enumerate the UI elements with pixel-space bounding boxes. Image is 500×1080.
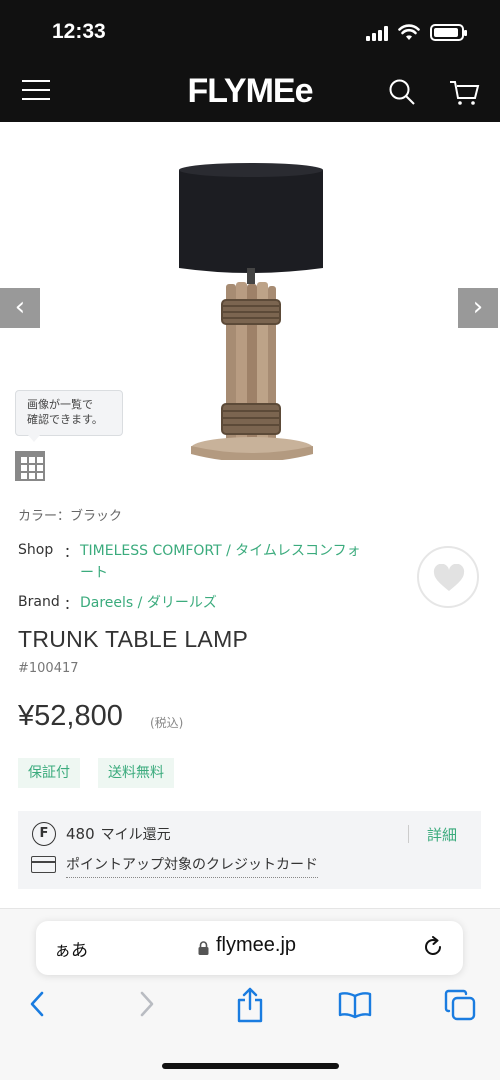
shop-link[interactable]: TIMELESS COMFORT / タイムレスコンフォート — [80, 540, 370, 584]
browser-bar: ぁあ flymee.jp — [0, 909, 500, 1080]
mile-unit: マイル還元 — [100, 827, 171, 843]
product-sku: #100417 — [18, 661, 79, 676]
product-gallery: ‹ › 画像が一覧で 確認できます。 — [0, 122, 500, 492]
home-indicator — [162, 1063, 339, 1069]
brand-label: Brand — [18, 594, 60, 610]
status-time: 12:33 — [52, 20, 106, 43]
gallery-prev-button[interactable]: ‹ — [0, 288, 40, 328]
tooltip-line-2: 確認できます。 — [27, 413, 103, 426]
favorite-button[interactable] — [417, 546, 479, 608]
shop-colon: ： — [64, 545, 78, 561]
credit-card-link[interactable]: ポイントアップ対象のクレジットカード — [66, 854, 318, 878]
tabs-icon[interactable] — [444, 989, 476, 1021]
search-icon[interactable] — [388, 78, 416, 106]
mile-f-icon: F — [32, 822, 56, 846]
mile-count: 480 — [66, 825, 95, 843]
tooltip-line-1: 画像が一覧で — [27, 398, 93, 411]
site-header: FLYMEe — [0, 62, 500, 122]
forward-icon[interactable] — [136, 991, 156, 1017]
reader-options-button[interactable]: ぁあ — [54, 936, 88, 961]
bookmarks-icon[interactable] — [338, 991, 372, 1019]
address-bar[interactable]: ぁあ flymee.jp — [36, 921, 463, 975]
reload-icon[interactable] — [422, 936, 444, 958]
signal-icon — [366, 26, 390, 41]
cart-icon[interactable] — [448, 78, 480, 106]
tax-note: (税込) — [150, 716, 184, 730]
product-title: TRUNK TABLE LAMP — [18, 626, 249, 652]
details-link[interactable]: 詳細 — [427, 824, 457, 845]
free-shipping-tag: 送料無料 — [98, 758, 174, 788]
lock-icon — [198, 941, 209, 955]
brand-colon: ： — [64, 597, 78, 613]
gallery-next-button[interactable]: › — [458, 288, 498, 328]
url-text[interactable]: flymee.jp — [216, 934, 296, 957]
credit-card-icon — [31, 856, 56, 873]
battery-icon — [430, 24, 467, 41]
mile-reward: 480 マイル還元 — [66, 824, 171, 844]
brand-logo[interactable]: FLYMEe — [0, 72, 500, 111]
product-color: カラー：ブラック — [18, 509, 123, 524]
product-price: ¥52,800 — [18, 700, 123, 732]
brand-link[interactable]: Dareels / ダリールズ — [80, 592, 217, 614]
divider — [408, 825, 409, 843]
product-image[interactable] — [170, 160, 340, 460]
heart-icon — [433, 564, 465, 591]
warranty-tag: 保証付 — [18, 758, 80, 788]
status-bar: 12:33 — [0, 0, 500, 62]
gallery-tooltip: 画像が一覧で 確認できます。 — [15, 390, 123, 442]
benefits-box: F 480 マイル還元 詳細 ポイントアップ対象のクレジットカード — [18, 811, 481, 889]
shop-label: Shop — [18, 542, 54, 558]
share-icon[interactable] — [236, 987, 264, 1023]
grid-view-icon[interactable] — [15, 451, 45, 481]
back-icon[interactable] — [28, 991, 48, 1017]
wifi-icon — [398, 24, 420, 40]
